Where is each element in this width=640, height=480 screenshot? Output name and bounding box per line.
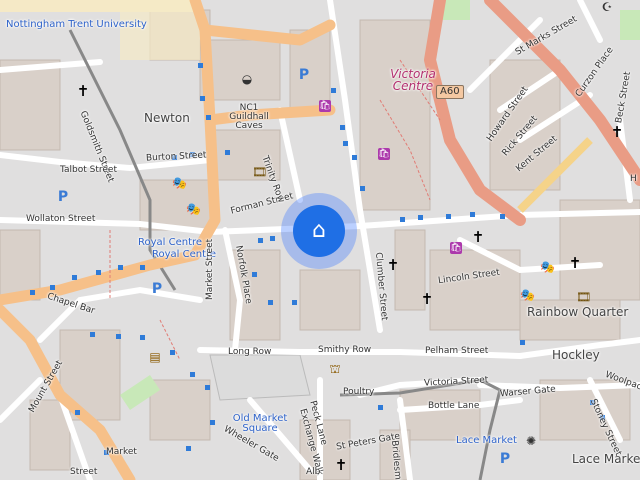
place-of-worship-icon[interactable]: ✝ (386, 258, 400, 273)
district-newton: Newton (144, 111, 190, 125)
road-alb: Alb (306, 467, 321, 477)
place-of-worship-icon[interactable]: ✝ (76, 84, 90, 99)
road-talbot-street: Talbot Street (60, 165, 117, 175)
road-pelham-street: Pelham Street (425, 346, 489, 356)
shopping-bag-icon[interactable]: 🛍 (319, 100, 331, 112)
poi-nottingham-trent-university[interactable]: Nottingham Trent University (6, 20, 147, 30)
road-bottle-lane: Bottle Lane (428, 401, 480, 411)
road-long-row: Long Row (228, 347, 272, 357)
shopping-bag-icon[interactable]: 🛍 (450, 242, 462, 254)
mall-victoria-centre[interactable]: Victoria Centre (383, 68, 443, 92)
district-hockley: Hockley (552, 348, 600, 362)
landmark-icon[interactable]: ✺ (524, 434, 538, 448)
current-location-marker[interactable]: ⌂ (293, 205, 345, 257)
parking-icon[interactable]: P (498, 452, 512, 466)
road-shield-a60: A60 (436, 85, 464, 99)
road-smithy-row: Smithy Row (318, 345, 372, 355)
poi-lace-market[interactable]: Lace Market (456, 436, 517, 446)
road-poultry: Poultry (343, 387, 375, 397)
road-wollaton-street: Wollaton Street (26, 214, 96, 224)
home-icon: ⌂ (312, 218, 326, 243)
cinema-icon[interactable]: 🎞 (576, 290, 591, 304)
theatre-icon[interactable]: 🎭 (520, 288, 535, 302)
poi-nc1-guildhall-caves[interactable]: NC1 Guildhall Caves (222, 104, 276, 131)
district-rainbow-quarter: Rainbow Quarter (527, 305, 629, 319)
theatre-icon[interactable]: 🎭 (172, 176, 187, 190)
map-canvas[interactable]: Nottingham Trent University Newton NC1 G… (0, 0, 640, 480)
place-of-worship-icon[interactable]: ✝ (420, 292, 434, 307)
parking-icon[interactable]: P (150, 282, 164, 296)
district-lace-market: Lace Market (572, 452, 640, 466)
cave-icon[interactable]: ◒ (240, 72, 254, 86)
cinema-icon[interactable]: 🎞 (252, 165, 267, 179)
place-of-worship-icon[interactable]: ✝ (610, 125, 624, 140)
museum-icon[interactable]: ▤ (148, 350, 162, 364)
theatre-icon[interactable]: 🎭 (540, 260, 555, 274)
theatre-icon[interactable]: 🎭 (186, 202, 201, 216)
monument-icon[interactable]: ⛫ (328, 362, 342, 376)
place-of-worship-icon[interactable]: ✝ (471, 230, 485, 245)
road-h: H (630, 174, 637, 184)
parking-icon[interactable]: P (297, 68, 311, 82)
road-market-street: Market Street (205, 238, 215, 300)
road-street: Street (70, 467, 98, 477)
place-of-worship-icon[interactable]: ✝ (334, 458, 348, 473)
place-of-worship-icon[interactable]: ✝ (568, 256, 582, 271)
poi-royal-centre-1[interactable]: Royal Centre (138, 238, 202, 248)
shopping-bag-icon[interactable]: 🛍 (378, 148, 390, 160)
parking-icon[interactable]: P (56, 190, 70, 204)
mosque-icon[interactable]: ☪ (600, 0, 614, 14)
road-market-2: Market (106, 447, 137, 457)
